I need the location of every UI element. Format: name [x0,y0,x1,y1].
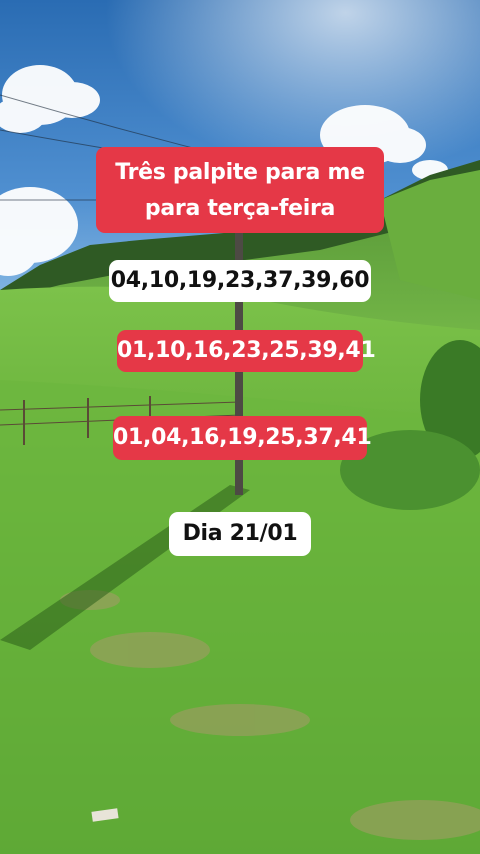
number-row-2: 01,10,16,23,25,39,41 [117,330,376,372]
caption-overlay: Três palpite para me para terça-feira 04… [0,0,480,854]
number-row-1: 04,10,19,23,37,39,60 [109,260,371,302]
number-row-3: 01,04,16,19,25,37,41 [113,416,372,460]
date-caption: Dia 21/01 [169,512,311,556]
title-caption: Três palpite para me para terça-feira [96,147,384,233]
title-line-1: Três palpite para me [115,160,365,185]
title-line-2: para terça-feira [144,196,336,221]
